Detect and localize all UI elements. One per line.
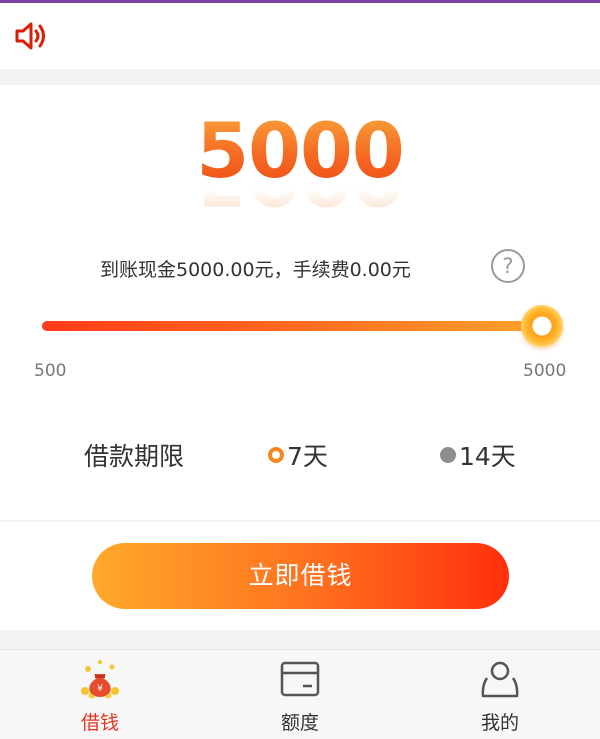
slider-max-label: 5000 [523,361,567,381]
fee-description: 到账现金5000.00元，手续费0.00元 [100,259,411,281]
slider-handle[interactable] [521,305,563,347]
tab-credit-limit[interactable]: 额度 [240,650,360,739]
fee-description-row: 到账现金5000.00元，手续费0.00元 ? [0,248,600,284]
loan-amount: 5000 [0,113,600,189]
radio-selected-icon [268,447,284,463]
slider-fill [42,321,542,331]
money-bag-icon: ¥ [79,658,121,700]
borrow-now-button[interactable]: 立即借钱 [92,543,509,609]
radio-unselected-icon [440,447,456,463]
term-option-label: 7天 [287,442,328,471]
tab-label: 借钱 [80,712,119,734]
tab-borrow[interactable]: ¥ 借钱 [40,650,160,739]
loan-term-label: 借款期限 [84,442,185,471]
card-icon [279,658,321,700]
loan-card: 5000 5000 到账现金5000.00元，手续费0.00元 ? 500 50… [0,85,600,520]
svg-text:¥: ¥ [97,684,103,694]
amount-slider[interactable] [42,305,563,347]
term-option-14-days[interactable]: 14天 [440,437,516,473]
tab-label: 我的 [480,712,519,734]
bottom-tab-bar: ¥ 借钱 额度 我的 [0,649,600,739]
tab-label: 额度 [280,712,319,734]
action-area: 立即借钱 [0,522,600,630]
term-option-7-days[interactable]: 7天 [268,437,328,473]
loan-amount-reflection: 5000 [0,189,600,215]
loan-amount-display: 5000 5000 [0,113,600,216]
notice-bar [0,3,600,69]
speaker-icon[interactable] [14,20,50,52]
help-icon[interactable]: ? [491,249,525,283]
slider-min-label: 500 [34,361,67,381]
term-option-label: 14天 [459,442,516,471]
user-icon [479,658,521,700]
tab-profile[interactable]: 我的 [440,650,560,739]
